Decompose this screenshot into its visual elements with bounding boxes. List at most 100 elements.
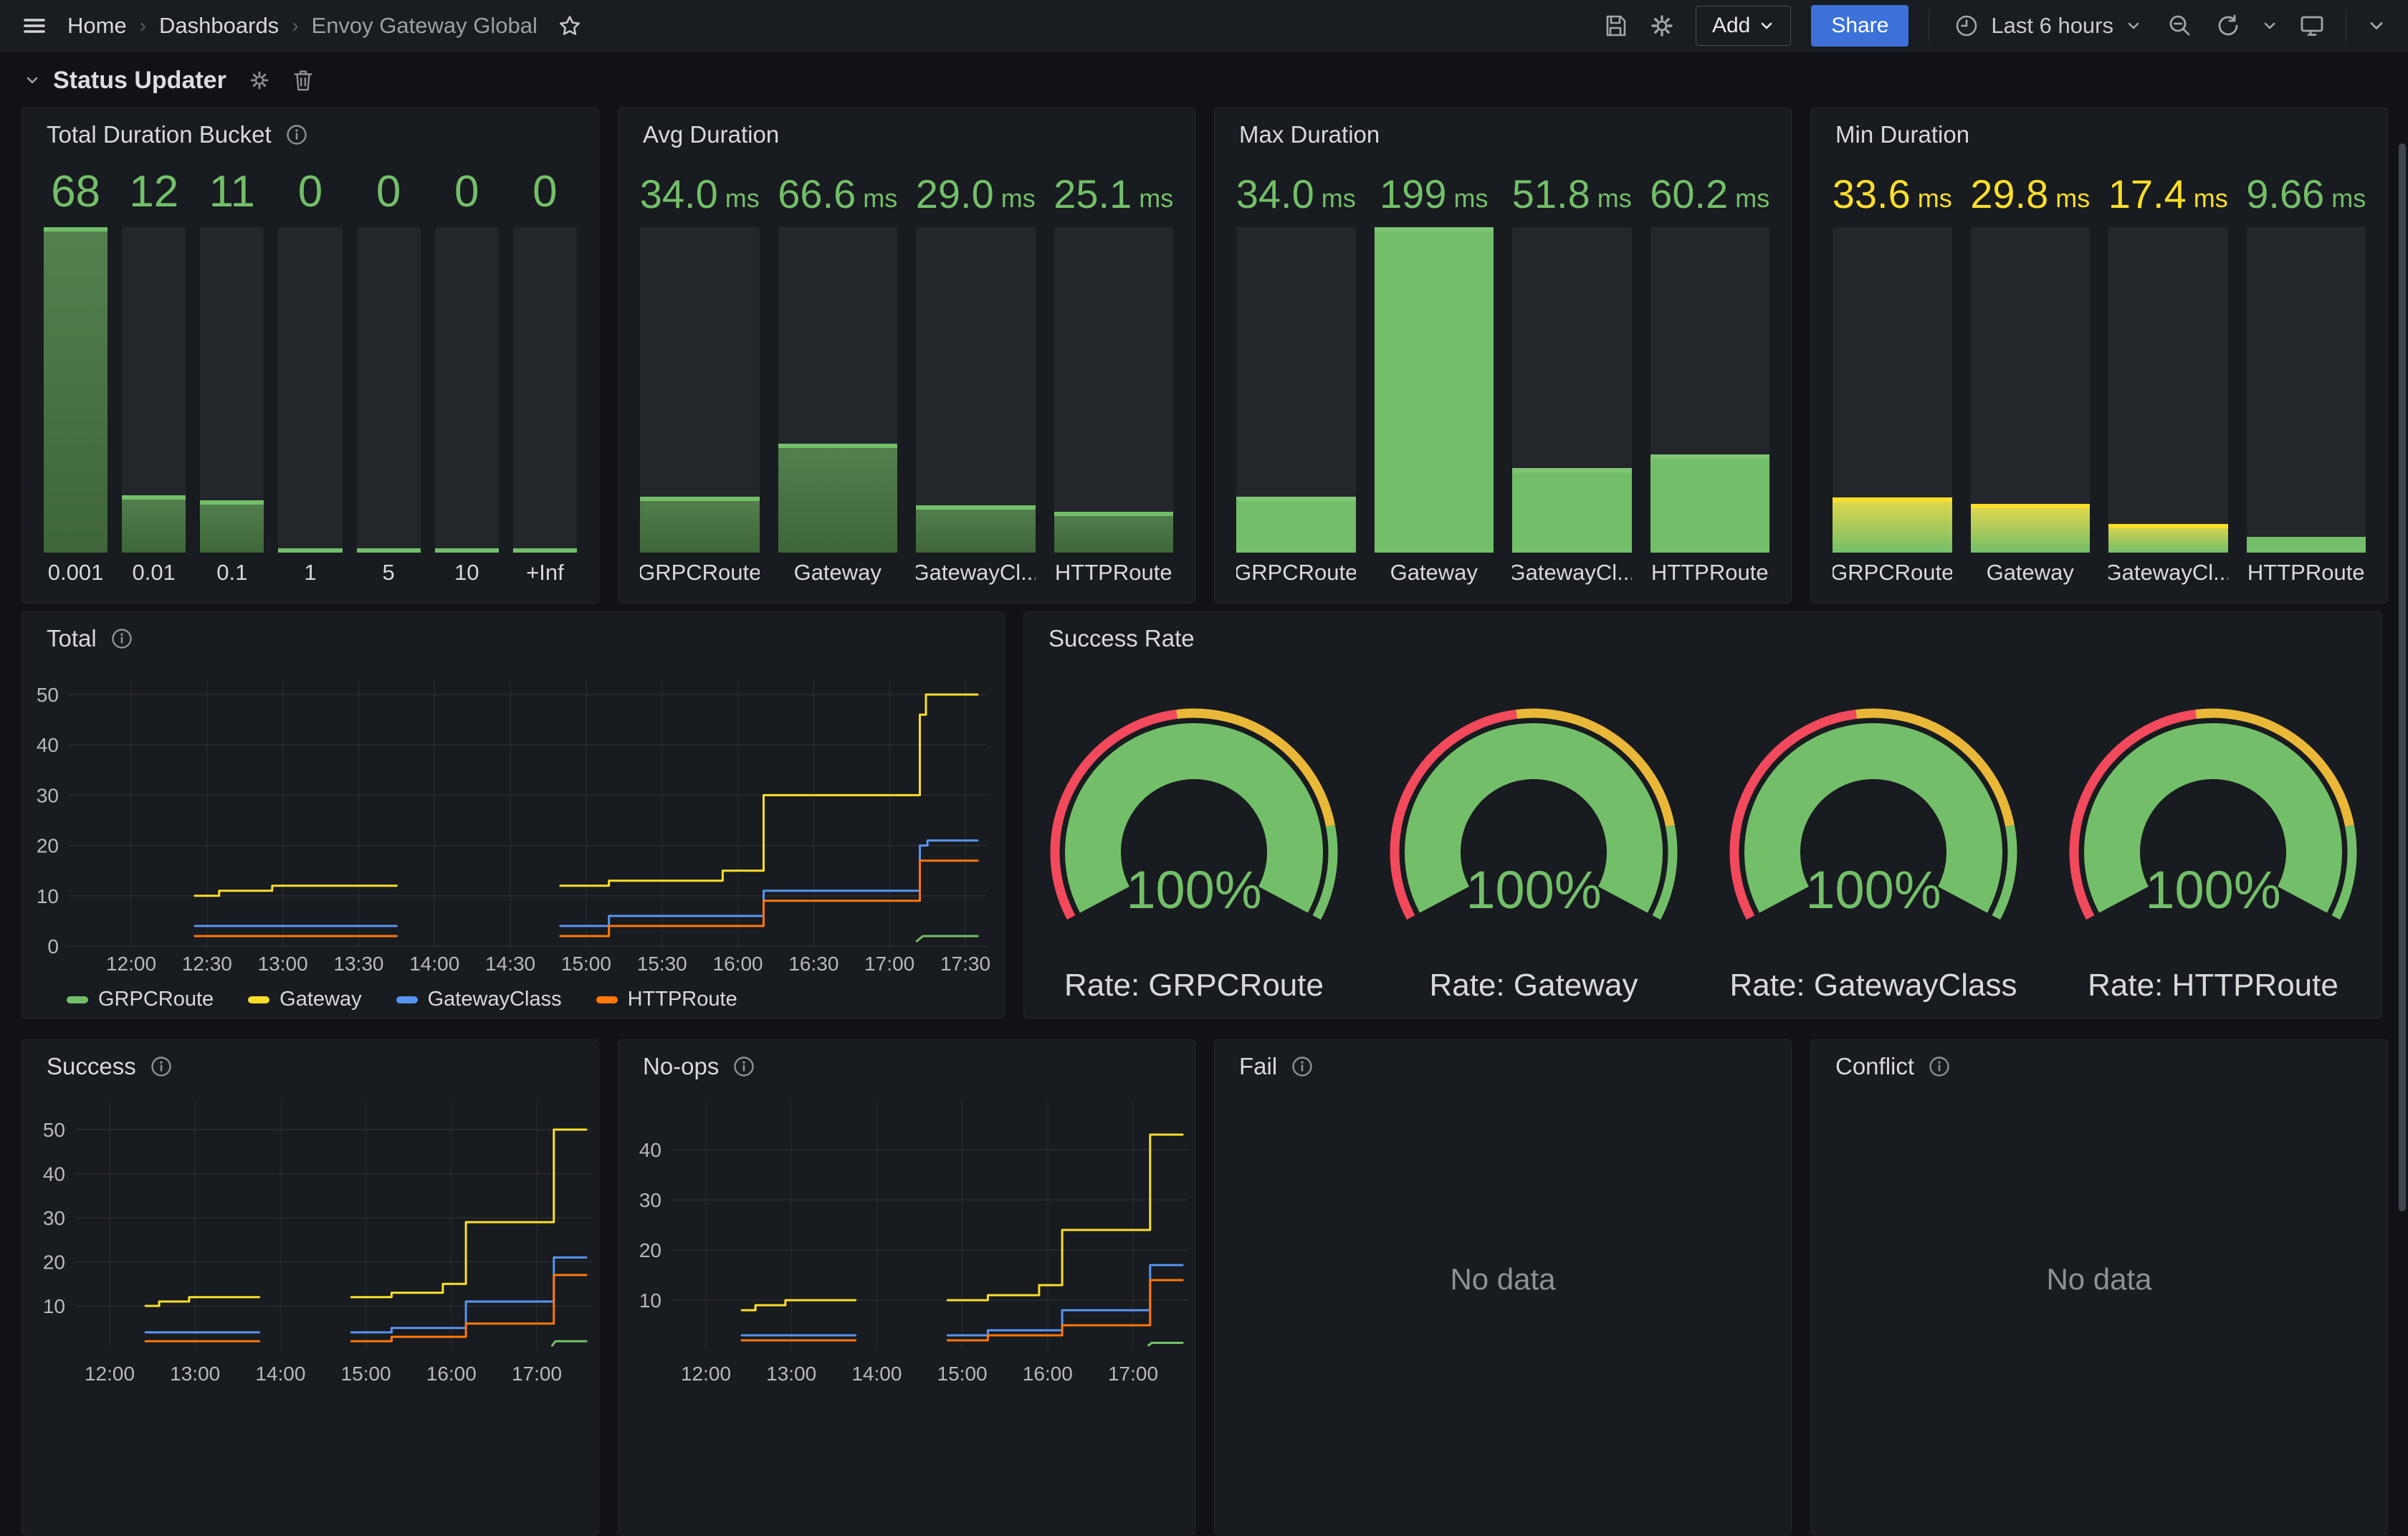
bar-gauge-column: 110.1 [200, 170, 264, 586]
row-collapse-toggle[interactable] [24, 72, 40, 88]
bar-value: 25.1ms [1054, 170, 1174, 217]
time-range-label: Last 6 hours [1991, 13, 2113, 39]
bar-cap [1054, 512, 1174, 516]
info-icon[interactable] [150, 1056, 172, 1077]
bar-value: 34.0ms [640, 170, 760, 217]
row-title[interactable]: Status Updater [53, 67, 226, 95]
bar-gauge-column: 0+Inf [513, 170, 577, 586]
bar-gauge-chart: 34.0msGRPCRoute66.6msGateway29.0msGatewa… [640, 170, 1173, 586]
bar-track [778, 227, 898, 553]
no-data-message: No data [1215, 1262, 1791, 1297]
refresh-button[interactable] [2214, 12, 2241, 39]
bar-fill [778, 444, 898, 553]
scrollbar[interactable] [2399, 143, 2406, 1211]
legend-series-label: GatewayClass [428, 988, 562, 1011]
bar-fill [122, 495, 186, 553]
legend-item[interactable]: GRPCRoute [67, 988, 214, 1011]
chevron-down-icon [2125, 17, 2142, 34]
svg-text:20: 20 [43, 1251, 65, 1274]
svg-text:40: 40 [43, 1163, 65, 1186]
collapse-nav-button[interactable] [2366, 16, 2386, 36]
svg-text:17:00: 17:00 [1108, 1363, 1158, 1385]
bar-value: 0 [278, 170, 342, 217]
bar-track [1971, 227, 2091, 553]
row-settings-button[interactable] [248, 69, 271, 92]
gear-icon [1648, 12, 1676, 39]
panel-title: Avg Duration [643, 121, 779, 148]
bar-track [278, 227, 342, 553]
chevron-down-icon [2261, 17, 2278, 34]
clock-icon [1954, 13, 1979, 39]
svg-text:15:30: 15:30 [637, 953, 687, 975]
star-icon [558, 14, 582, 38]
bar-gauge-column: 51.8msGatewayCl... [1512, 170, 1632, 586]
svg-text:30: 30 [37, 784, 59, 806]
breadcrumb-current-dashboard: Envoy Gateway Global [312, 13, 538, 39]
legend-item[interactable]: GatewayClass [396, 988, 562, 1011]
bar-category-label: GatewayCl... [2108, 553, 2228, 586]
refresh-interval-dropdown[interactable] [2261, 17, 2278, 34]
bar-value: 29.8ms [1971, 170, 2091, 217]
share-button[interactable]: Share [1811, 5, 1908, 47]
legend-item[interactable]: HTTPRoute [596, 988, 737, 1011]
breadcrumb-separator: › [292, 14, 298, 37]
bar-gauge-column: 9.66msHTTPRoute [2247, 170, 2366, 586]
zoom-out-time-button[interactable] [2166, 12, 2194, 39]
bar-gauge-chart: 680.001120.01110.101050100+Inf [44, 170, 577, 586]
svg-text:10: 10 [639, 1289, 661, 1312]
bar-category-label: Gateway [1375, 553, 1494, 586]
bar-fill [1971, 504, 2091, 553]
bar-track [435, 227, 499, 553]
bar-fill [1236, 497, 1356, 553]
bar-value-unit: ms [1597, 183, 1632, 217]
bar-value: 66.6ms [778, 170, 898, 217]
hamburger-icon [22, 13, 47, 39]
bar-value: 199ms [1375, 170, 1494, 217]
svg-text:16:30: 16:30 [788, 953, 838, 975]
bar-gauge-column: 60.2ms HTTPRoute [1650, 170, 1770, 586]
hamburger-menu-button[interactable] [22, 13, 47, 39]
bar-cap [916, 505, 1036, 510]
svg-text:12:00: 12:00 [106, 953, 156, 975]
svg-text:16:00: 16:00 [426, 1363, 477, 1385]
bar-value-unit: ms [1453, 183, 1488, 217]
bar-gauge-column: 29.8msGateway [1971, 170, 2091, 586]
svg-text:15:00: 15:00 [341, 1363, 391, 1385]
dashboard-settings-button[interactable] [1648, 12, 1676, 39]
refresh-icon [2214, 12, 2241, 39]
breadcrumb-dashboards[interactable]: Dashboards [159, 13, 279, 39]
tv-mode-button[interactable] [2298, 12, 2326, 39]
info-icon[interactable] [1291, 1056, 1313, 1077]
time-range-picker[interactable]: Last 6 hours [1949, 12, 2146, 39]
trash-icon [292, 69, 314, 92]
info-icon[interactable] [111, 628, 133, 649]
info-icon[interactable] [733, 1056, 755, 1077]
bar-category-label: HTTPRoute [1650, 553, 1770, 586]
bar-fill [200, 500, 264, 553]
row-delete-button[interactable] [292, 69, 314, 92]
bar-category-label: +Inf [513, 553, 577, 586]
bar-fill [1833, 497, 1952, 553]
svg-text:15:00: 15:00 [937, 1363, 988, 1385]
bar-track [513, 227, 577, 553]
gauge-chart: 100%Rate: GRPCRoute100%Rate: Gateway100%… [1024, 612, 2383, 1019]
legend-series-label: Gateway [280, 988, 361, 1011]
panel-total: Total 0102030405012:0012:3013:0013:3014:… [22, 611, 1005, 1019]
info-icon[interactable] [1929, 1056, 1950, 1077]
save-dashboard-button[interactable] [1602, 13, 1628, 39]
favorite-star-button[interactable] [558, 14, 582, 38]
bar-fill [916, 505, 1036, 553]
legend-item[interactable]: Gateway [248, 988, 361, 1011]
info-icon[interactable] [286, 124, 307, 146]
gauge-value: 100% [1805, 860, 1941, 920]
bar-gauge-chart: 33.6msGRPCRoute29.8msGateway17.4msGatewa… [1833, 170, 2366, 586]
bar-category-label: 0.001 [44, 553, 108, 586]
bar-value-unit: ms [1918, 183, 1952, 217]
panel-no-ops: No-ops 1020304012:0013:0014:0015:0016:00… [618, 1039, 1195, 1535]
bar-gauge-column: 01 [278, 170, 342, 586]
bar-value: 60.2ms [1650, 170, 1770, 217]
bar-value-unit: ms [1735, 183, 1769, 217]
bar-value: 33.6ms [1833, 170, 1952, 217]
add-button[interactable]: Add [1696, 6, 1791, 46]
breadcrumb-home[interactable]: Home [67, 13, 127, 39]
